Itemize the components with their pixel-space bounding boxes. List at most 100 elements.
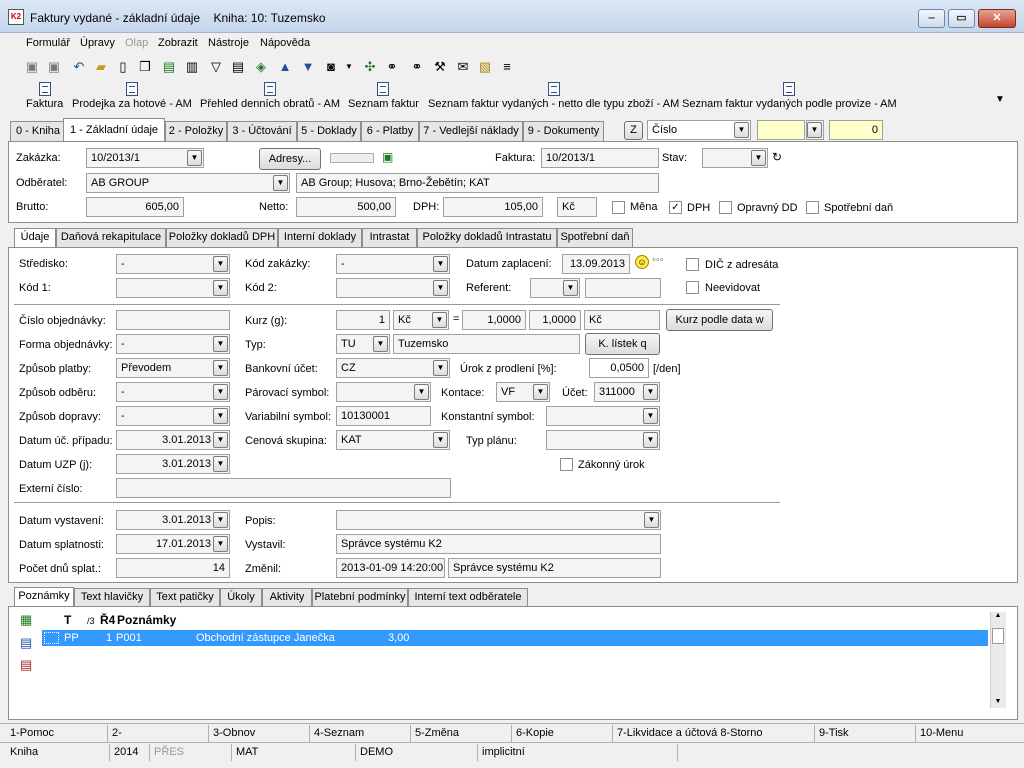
close-button[interactable]: ✕ <box>978 9 1016 28</box>
tools-icon[interactable]: ⚒ <box>430 57 450 77</box>
zpusob-odberu-combo[interactable]: - ▼ <box>116 382 230 402</box>
menu-nastroje[interactable]: Nástroje <box>208 37 249 49</box>
undo-icon[interactable]: ↶ <box>69 57 89 77</box>
tab-doklady[interactable]: 5 - Doklady <box>297 121 361 141</box>
tab-polozky[interactable]: 2 - Položky <box>165 121 227 141</box>
chevron-down-icon[interactable]: ▼ <box>751 150 766 166</box>
typ-planu-combo[interactable]: ▼ <box>546 430 660 450</box>
chevron-down-icon[interactable]: ▼ <box>433 280 448 296</box>
tab-dokumenty[interactable]: 9 - Dokumenty <box>523 121 604 141</box>
zpusob-dopravy-combo[interactable]: - ▼ <box>116 406 230 426</box>
subtab-spotrebni-dan[interactable]: Spotřební daň <box>557 228 633 247</box>
tab-uctovani[interactable]: 3 - Účtování <box>227 121 297 141</box>
menu-upravy[interactable]: Úpravy <box>80 37 115 49</box>
spotrebni-checkbox[interactable] <box>806 201 819 214</box>
tab-vedlejsi-naklady[interactable]: 7 - Vedlejší náklady <box>419 121 523 141</box>
chevron-down-icon[interactable]: ▼ <box>643 408 658 424</box>
zpusob-platby-combo[interactable]: Převodem ▼ <box>116 358 230 378</box>
cenova-skupina-combo[interactable]: KAT ▼ <box>336 430 450 450</box>
kod-zakazky-combo[interactable]: - ▼ <box>336 254 450 274</box>
chevron-down-icon[interactable]: ▼ <box>373 336 388 352</box>
bottomtab-text-hlavicky[interactable]: Text hlavičky <box>74 588 150 607</box>
sort-combo[interactable]: Číslo ▼ <box>647 120 751 140</box>
lock-icon[interactable]: ▤ <box>159 57 179 77</box>
stack-icon[interactable]: ◈ <box>251 57 271 77</box>
konstantni-symbol-combo[interactable]: ▼ <box>546 406 660 426</box>
mail-icon[interactable]: ✉ <box>453 57 473 77</box>
toolbar-prodejka[interactable]: Prodejka za hotové - AM <box>72 82 192 116</box>
adresy-button[interactable]: Adresy... <box>259 148 321 170</box>
bottomtab-aktivity[interactable]: Aktivity <box>262 588 312 607</box>
fkey-9[interactable]: 9-Tisk <box>815 725 916 742</box>
save-icon[interactable]: ▣ <box>22 57 42 77</box>
mena-checkbox[interactable] <box>612 201 625 214</box>
chevron-down-icon[interactable]: ▼ <box>433 432 448 448</box>
chevron-down-icon[interactable]: ▼ <box>187 150 202 166</box>
subtab-polozky-intrastatu[interactable]: Položky dokladů Intrastatu <box>417 228 557 247</box>
copy-icon[interactable]: ❐ <box>135 57 155 77</box>
smiley-icon[interactable]: ☺ <box>635 255 649 269</box>
toolbar-seznam-netto[interactable]: Seznam faktur vydaných - netto dle typu … <box>428 82 679 116</box>
notes-scrollbar[interactable] <box>990 612 1006 708</box>
odberatel-combo[interactable]: AB GROUP ▼ <box>86 173 290 193</box>
referent-combo[interactable]: ▼ <box>530 278 580 298</box>
book-icon[interactable]: ▥ <box>182 57 202 77</box>
scroll-thumb[interactable] <box>992 628 1004 644</box>
externi-cislo-field[interactable] <box>116 478 451 498</box>
chevron-down-icon[interactable]: ▼ <box>533 384 548 400</box>
chevron-down-icon[interactable]: ▼ <box>213 280 228 296</box>
col-poznamky[interactable]: Poznámky <box>117 613 176 627</box>
bankovni-ucet-combo[interactable]: CZ ▼ <box>336 358 450 378</box>
cislo-objednavky-field[interactable] <box>116 310 230 330</box>
pocet-dnu-splatnosti-field[interactable]: 14 <box>116 558 230 578</box>
chevron-down-icon[interactable]: ▼ <box>273 175 288 191</box>
arrow-down-icon[interactable]: ▼ <box>298 57 318 77</box>
chevron-down-icon[interactable]: ▼ <box>643 432 658 448</box>
z-button[interactable]: Z <box>624 121 643 140</box>
datum-uzp-combo[interactable]: 3.01.2013 ▼ <box>116 454 230 474</box>
dph-checkbox[interactable]: ✓ <box>669 201 682 214</box>
kurz-field[interactable]: 1 <box>336 310 390 330</box>
bottomtab-interni-text[interactable]: Interní text odběratele <box>408 588 528 607</box>
chevron-down-icon[interactable]: ▼ <box>433 360 448 376</box>
faktura-field[interactable]: 10/2013/1 <box>541 148 659 168</box>
stredisko-combo[interactable]: - ▼ <box>116 254 230 274</box>
chevron-down-icon[interactable]: ▼ <box>213 408 228 424</box>
toolbar-prehled-obratu[interactable]: Přehled denních obratů - AM <box>200 82 340 116</box>
chevron-down-icon[interactable]: ▼ <box>414 384 429 400</box>
chevron-down-icon[interactable]: ▼ <box>644 512 659 528</box>
chevron-down-icon[interactable]: ▼ <box>213 256 228 272</box>
stav-combo[interactable]: ▼ <box>702 148 768 168</box>
chevron-down-icon[interactable]: ▼ <box>213 336 228 352</box>
filter-combo[interactable]: ▼ <box>806 120 824 140</box>
dic-checkbox[interactable] <box>686 258 699 271</box>
arrow-up-icon[interactable]: ▲ <box>275 57 295 77</box>
chevron-down-icon[interactable]: ▼ <box>213 360 228 376</box>
toolbar-faktura[interactable]: Faktura <box>26 82 63 116</box>
subtab-polozky-dph[interactable]: Položky dokladů DPH <box>166 228 278 247</box>
popis-combo[interactable]: ▼ <box>336 510 661 530</box>
scroll-down-icon[interactable]: ▼ <box>991 698 1005 705</box>
chevron-down-icon[interactable]: ▼ <box>433 256 448 272</box>
fkey-10[interactable]: 10-Menu <box>916 725 1018 742</box>
kod1-combo[interactable]: ▼ <box>116 278 230 298</box>
binoculars-next-icon[interactable]: ⚭ <box>407 57 427 77</box>
open-folder-icon[interactable]: ▰ <box>91 57 111 77</box>
refresh-icon[interactable]: ↻ <box>772 150 782 164</box>
col-t[interactable]: T <box>64 613 71 627</box>
kurz-mena-combo[interactable]: Kč ▼ <box>393 310 449 330</box>
fkey-4[interactable]: 4-Seznam <box>310 725 411 742</box>
menu-napoveda[interactable]: Nápověda <box>260 37 310 49</box>
menu-zobrazit[interactable]: Zobrazit <box>158 37 198 49</box>
variabilni-symbol-field[interactable]: 10130001 <box>336 406 431 426</box>
subtab-interni-doklady[interactable]: Interní doklady <box>278 228 362 247</box>
bottomtab-ukoly[interactable]: Úkoly <box>220 588 262 607</box>
col-r4[interactable]: Ř4 <box>100 613 115 627</box>
tab-zakladni-udaje[interactable]: 1 - Základní údaje <box>63 118 165 141</box>
bottomtab-platebni-podminky[interactable]: Platební podmínky <box>312 588 408 607</box>
kurz-podle-data-button[interactable]: Kurz podle data w <box>666 309 773 331</box>
tab-kniha[interactable]: 0 - Kniha <box>10 121 66 141</box>
parovaci-symbol-combo[interactable]: ▼ <box>336 382 431 402</box>
datum-uc-pripadu-combo[interactable]: 3.01.2013 ▼ <box>116 430 230 450</box>
toolbar-overflow-icon[interactable]: ▼ <box>995 94 1005 105</box>
